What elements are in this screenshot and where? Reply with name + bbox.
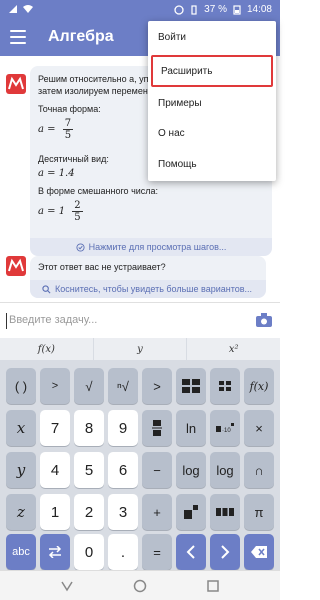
key-log-base[interactable]: log [210,452,240,488]
feedback-bubble: Этот ответ вас не устраивает? Коснитесь,… [30,256,266,298]
suggestion-y[interactable]: y [94,338,188,360]
problem-input-placeholder: Введите задачу... [9,314,98,326]
feedback-question: Этот ответ вас не устраивает? [38,262,166,272]
page-title: Алгебра [48,28,114,45]
swap-arrows-icon [48,546,62,558]
key-intersection[interactable]: ∩ [244,452,274,488]
matrix-icon [182,379,200,393]
key-determinant[interactable] [210,368,240,404]
status-bar: 37 % 14:08 [0,0,280,20]
mathway-logo-icon [6,256,26,276]
key-ln[interactable]: ln [176,410,206,446]
menu-item-help[interactable]: Помощь [148,148,276,180]
key-times[interactable]: × [244,410,274,446]
key-sqrt[interactable]: √ [74,368,104,404]
key-2[interactable]: 2 [74,494,104,530]
key-log[interactable]: log [176,452,206,488]
overflow-menu: Войти Расширить Примеры О нас Помощь [148,21,276,181]
key-cursor-left[interactable] [176,534,206,570]
key-9[interactable]: 9 [108,410,138,446]
key-function[interactable]: f(x) [244,368,274,404]
view-steps-link[interactable]: Нажмите для просмотра шагов... [30,238,272,256]
nav-home-icon[interactable] [133,579,147,593]
clock: 14:08 [246,4,272,15]
backspace-icon [251,546,267,558]
key-minus[interactable]: − [142,452,172,488]
key-vector[interactable] [210,494,240,530]
exact-form-value: a = 75 [38,118,74,141]
determinant-icon [219,381,231,391]
key-dot[interactable]: . [108,534,138,570]
key-y[interactable]: y [6,452,36,488]
key-plus[interactable]: + [142,494,172,530]
text-caret [6,313,7,329]
menu-hamburger-icon[interactable] [10,30,26,44]
system-nav-bar [0,570,280,600]
key-matrix[interactable] [176,368,206,404]
scientific-notation-icon: ·10 [216,423,234,433]
key-backspace[interactable] [244,534,274,570]
key-6[interactable]: 6 [108,452,138,488]
chevron-left-icon [186,545,195,559]
key-abc[interactable]: abc [6,534,36,570]
suggestion-fx[interactable]: f(x) [0,338,94,360]
vibrate-icon [191,4,197,15]
key-z[interactable]: z [6,494,36,530]
function-suggestion-row: f(x) y x² [0,338,280,360]
decimal-form-value: a = 1.4 [38,168,75,179]
key-scientific[interactable]: ·10 [210,410,240,446]
battery-percent: 37 % [204,4,227,15]
menu-item-upgrade[interactable]: Расширить [151,55,273,87]
menu-item-login[interactable]: Войти [148,21,276,53]
key-5[interactable]: 5 [74,452,104,488]
mathway-logo-icon [6,74,26,94]
decimal-form-label: Десятичный вид: [38,154,109,164]
superscript-icon [184,505,198,519]
wifi-icon [23,5,33,13]
camera-icon[interactable] [256,313,272,327]
answer-intro-line1: Решим относительно a, упро [38,74,159,84]
key-inequality[interactable]: > [142,368,172,404]
key-x[interactable]: x [6,410,36,446]
suggestion-x-squared[interactable]: x² [187,338,280,360]
exact-form-label: Точная форма: [38,104,101,114]
key-3[interactable]: 3 [108,494,138,530]
key-fraction[interactable] [142,410,172,446]
search-icon [42,284,51,293]
more-options-link[interactable]: Коснитесь, чтобы увидеть больше варианто… [30,280,266,298]
fraction-icon [152,420,162,436]
mixed-form-label: В форме смешанного числа: [38,186,159,196]
key-4[interactable]: 4 [40,452,70,488]
key-nth-root[interactable]: ⁿ√ [108,368,138,404]
key-cursor-right[interactable] [210,534,240,570]
key-8[interactable]: 8 [74,410,104,446]
key-parentheses[interactable]: ( ) [6,368,36,404]
math-keyboard: f(x) y x² ( ) > √ ⁿ√ > f(x) x 7 8 9 ln ·… [0,338,280,570]
menu-item-about[interactable]: О нас [148,117,276,149]
problem-input-bar[interactable]: Введите задачу... [0,302,280,338]
vector-icon [216,508,234,516]
svg-text:·10: ·10 [222,428,231,433]
key-switch-layout[interactable] [40,534,70,570]
battery-icon [233,4,241,15]
key-superscript[interactable] [176,494,206,530]
key-7[interactable]: 7 [40,410,70,446]
nav-back-icon[interactable] [60,579,74,593]
nav-recents-icon[interactable] [206,579,220,593]
signal-icon [9,5,17,13]
key-greater-than[interactable]: > [40,368,70,404]
chevron-right-icon [221,545,230,559]
key-1[interactable]: 1 [40,494,70,530]
alarm-icon [174,4,184,15]
key-0[interactable]: 0 [74,534,104,570]
menu-item-examples[interactable]: Примеры [148,87,276,119]
mixed-form-value: a = 1 25 [38,200,83,223]
key-pi[interactable]: π [244,494,274,530]
check-circle-icon [76,242,85,252]
key-equals[interactable]: = [142,534,172,570]
